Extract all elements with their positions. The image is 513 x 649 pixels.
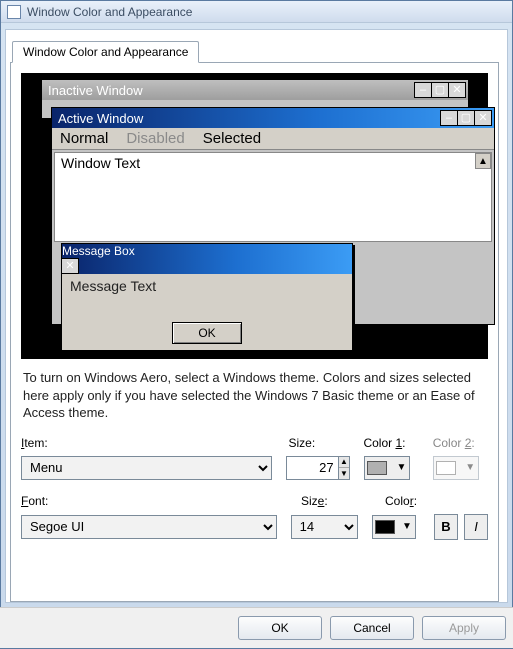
font-size-select[interactable]: 14 [291,515,358,539]
close-icon: ✕ [474,110,492,126]
content-frame: Window Color and Appearance Inactive Win… [5,29,508,603]
menu-selected: Selected [203,130,261,147]
chevron-down-icon: ▼ [393,462,409,473]
italic-button[interactable]: I [464,514,488,540]
font-color-picker[interactable]: ▼ [372,515,416,539]
font-color-swatch [375,520,395,534]
preview-text-area[interactable]: Window Text ▲ [54,152,492,242]
close-icon: ✕ [448,82,466,98]
item-select[interactable]: Menu [21,456,272,480]
font-label: Font: [21,494,287,508]
chevron-down-icon: ▼ [399,521,415,532]
window-title: Window Color and Appearance [27,5,192,19]
color2-label: Color 2: [433,436,488,450]
msgbox-titlebar: Message Box ✕ [62,244,352,274]
ok-button[interactable]: OK [238,616,322,640]
active-title-text: Active Window [58,111,143,126]
preview-area: Inactive Window – ▢ ✕ Active Window – [21,73,488,359]
color1-swatch [367,461,387,475]
color2-swatch [436,461,456,475]
active-titlebar: Active Window – ▢ ✕ [52,108,494,128]
scroll-up-icon[interactable]: ▲ [475,153,491,169]
description-text: To turn on Windows Aero, select a Window… [23,369,486,422]
app-icon [7,5,21,19]
msgbox-body: Message Text [62,274,352,298]
cancel-button[interactable]: Cancel [330,616,414,640]
chevron-down-icon: ▼ [462,462,478,473]
tab-body: Inactive Window – ▢ ✕ Active Window – [10,62,499,602]
size-input[interactable] [286,456,337,480]
msgbox-title: Message Box [62,244,135,258]
msgbox-ok-button[interactable]: OK [172,322,242,344]
close-icon: ✕ [61,258,79,274]
spin-down-icon[interactable]: ▼ [339,468,350,479]
maximize-icon: ▢ [431,82,449,98]
size-label: Size: [288,436,349,450]
color2-picker: ▼ [433,456,479,480]
tab-window-color[interactable]: Window Color and Appearance [12,41,199,63]
size-spinner[interactable]: ▲▼ [286,456,350,480]
spin-up-icon[interactable]: ▲ [339,457,350,469]
font-size-label: Size: [301,494,371,508]
msgbox-text: Message Text [70,278,156,294]
font-select[interactable]: Segoe UI [21,515,277,539]
item-label: Item: [21,436,274,450]
menu-normal: Normal [60,130,108,147]
dialog-window: Window Color and Appearance Window Color… [0,0,513,649]
maximize-icon: ▢ [457,110,475,126]
tab-strip: Window Color and Appearance [8,38,499,62]
tab-label: Window Color and Appearance [23,45,188,59]
color1-label: Color 1: [363,436,418,450]
window-text: Window Text [61,155,140,171]
inactive-titlebar: Inactive Window – ▢ ✕ [42,80,468,100]
menu-disabled: Disabled [126,130,184,147]
preview-message-box[interactable]: Message Box ✕ Message Text OK [61,243,353,351]
preview-menu-bar[interactable]: Normal Disabled Selected [52,128,494,150]
apply-button[interactable]: Apply [422,616,506,640]
inactive-title-text: Inactive Window [48,83,143,98]
font-color-label: Color: [385,494,435,508]
minimize-icon: – [440,110,458,126]
color1-picker[interactable]: ▼ [364,456,410,480]
dialog-button-bar: OK Cancel Apply [0,607,513,648]
bold-button[interactable]: B [434,514,458,540]
minimize-icon: – [414,82,432,98]
titlebar[interactable]: Window Color and Appearance [1,1,512,23]
